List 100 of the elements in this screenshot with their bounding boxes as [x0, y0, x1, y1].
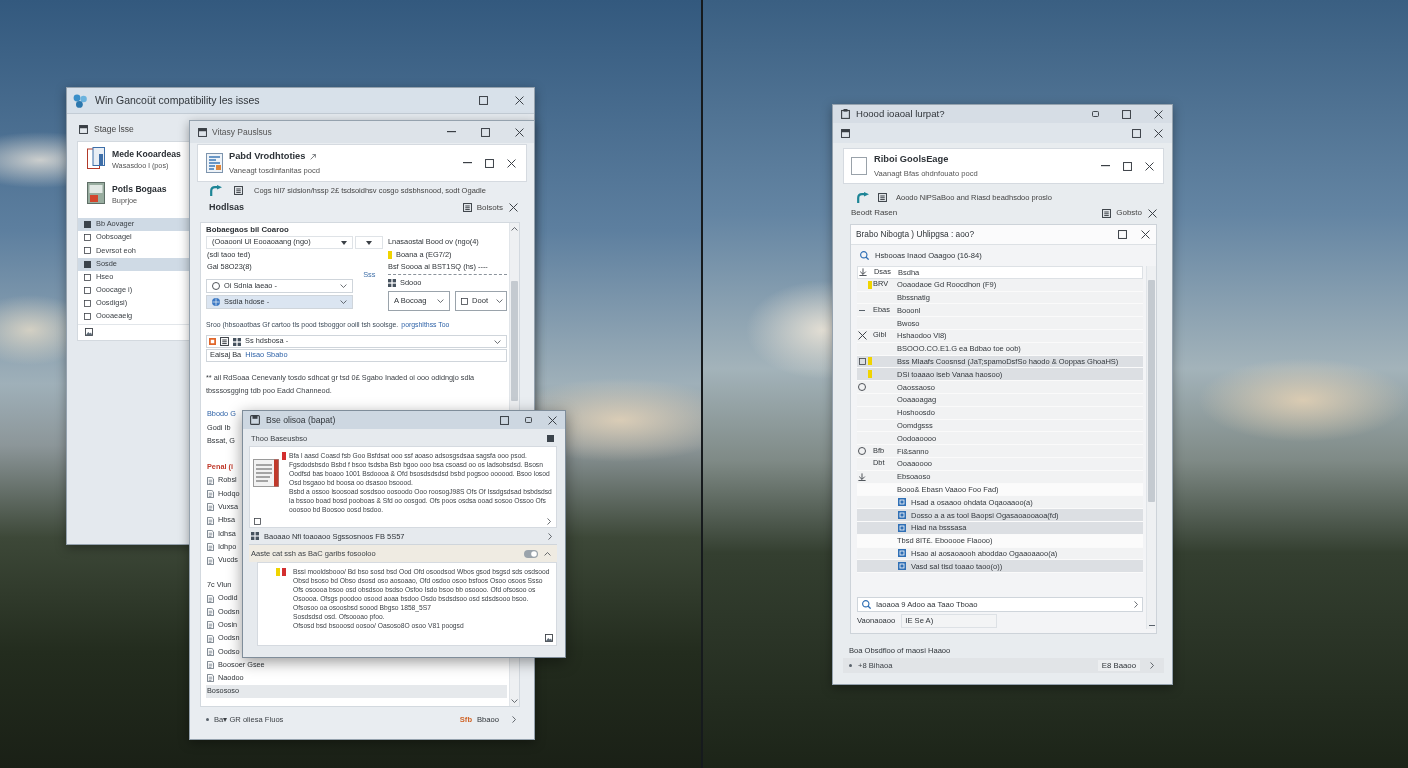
square-icon [84, 287, 91, 295]
filter-icon [860, 251, 869, 260]
document-icon [207, 530, 214, 538]
list-icon [220, 337, 229, 346]
chevron-icon [512, 716, 516, 723]
app-name[interactable]: Mede Kooardeas [112, 149, 181, 160]
maximize-button[interactable] [485, 158, 494, 168]
maximize-button[interactable] [1123, 161, 1132, 171]
document-icon [207, 503, 214, 512]
minimize-button[interactable] [463, 162, 472, 164]
square-icon [84, 300, 91, 308]
close-button[interactable] [1145, 161, 1154, 171]
maximize-button[interactable] [500, 415, 509, 425]
close-button[interactable] [507, 158, 516, 168]
curved-arrow-icon [210, 185, 222, 196]
file-icon [898, 498, 906, 507]
collapse-icon [544, 551, 551, 556]
dot-icon [206, 718, 209, 721]
filter-button[interactable]: Bolsots [462, 202, 503, 213]
card-title: Pabd Vrodhtoties [229, 151, 306, 163]
close-icon [1154, 109, 1163, 119]
square-icon [84, 234, 91, 242]
maximize-button[interactable] [479, 96, 488, 105]
document-icon [207, 556, 214, 565]
restore-icon [1092, 111, 1099, 117]
grid-icon [233, 337, 241, 346]
close-button[interactable] [1148, 208, 1157, 218]
down-arrow-icon [858, 472, 866, 481]
file-icon [898, 523, 906, 532]
document-icon [207, 594, 214, 603]
restore-button[interactable] [525, 417, 532, 423]
scrollbar-thumb[interactable] [511, 281, 518, 401]
close-button[interactable] [1141, 230, 1150, 239]
close-icon [515, 127, 524, 137]
minimize-button[interactable] [1101, 165, 1110, 167]
window-icon [841, 128, 850, 138]
scroll-up-icon [511, 227, 518, 231]
square-icon [84, 313, 91, 321]
panel-title: Stage lsse [94, 123, 134, 135]
marker-icon [276, 568, 280, 576]
maximize-button[interactable] [1122, 109, 1131, 119]
document-icon [207, 476, 214, 485]
marker-icon [282, 452, 286, 460]
close-icon [1141, 230, 1150, 239]
close-button[interactable] [515, 96, 524, 105]
dropdown[interactable] [355, 236, 384, 249]
square-icon [254, 517, 261, 525]
square-icon [858, 357, 866, 365]
caret-icon [340, 240, 347, 245]
maximize-button[interactable] [1132, 128, 1141, 138]
toggle-icon [524, 549, 538, 558]
scrollbar[interactable] [1146, 266, 1156, 629]
caret-icon [494, 339, 501, 344]
scroll-down-icon [511, 699, 518, 703]
panel-title: Brabo Nibogta ) Uhlipgsa : aoo? [856, 229, 975, 240]
document-thumbnail-icon [253, 459, 279, 487]
close-button[interactable] [1154, 128, 1163, 138]
window-title: Bse olisoa (bapat) [266, 414, 336, 426]
document-icon [207, 621, 214, 630]
section-title: Beodt Rasen [851, 208, 898, 218]
chevron-icon [1134, 601, 1138, 608]
curved-arrow-icon [857, 191, 869, 203]
close-icon [1145, 161, 1154, 171]
minus-icon [859, 309, 865, 311]
filled-square-icon [84, 260, 91, 268]
document-icon [207, 647, 214, 656]
maximize-button[interactable] [1118, 230, 1127, 239]
document-icon [207, 490, 214, 499]
close-button[interactable] [1154, 109, 1163, 119]
square-icon [461, 297, 468, 305]
blank-square-icon [851, 157, 867, 175]
panel-icon [79, 124, 88, 134]
list-icon [878, 192, 887, 202]
close-button[interactable] [548, 415, 557, 425]
maximize-button[interactable] [481, 127, 490, 137]
caret-icon [339, 284, 347, 288]
close-button[interactable] [509, 203, 518, 212]
caret-icon [339, 300, 347, 304]
down-arrow-icon [859, 268, 867, 277]
restore-icon [525, 417, 532, 423]
document-icon [207, 674, 214, 683]
scrollbar-thumb[interactable] [1148, 280, 1155, 502]
card-title: Riboi GoolsEage [874, 154, 950, 166]
restore-button[interactable] [1092, 111, 1099, 117]
grid-icon [251, 532, 259, 540]
clipboard-icon [841, 109, 850, 119]
chevron-icon [1150, 662, 1154, 670]
minimize-button[interactable] [447, 131, 456, 133]
square-icon [547, 434, 554, 442]
app-name[interactable]: Potls Bogaas [112, 184, 167, 195]
arrow-icon [310, 153, 317, 160]
save-icon [250, 415, 260, 425]
close-button[interactable] [515, 127, 524, 137]
circle-icon [858, 383, 866, 392]
close-icon [507, 158, 516, 168]
minimize-icon [1101, 165, 1110, 167]
filter-button[interactable]: Gobsto [1102, 208, 1142, 218]
section-title: Hodlsas [209, 202, 244, 213]
maximize-icon [481, 127, 490, 137]
cross-icon [857, 331, 867, 341]
